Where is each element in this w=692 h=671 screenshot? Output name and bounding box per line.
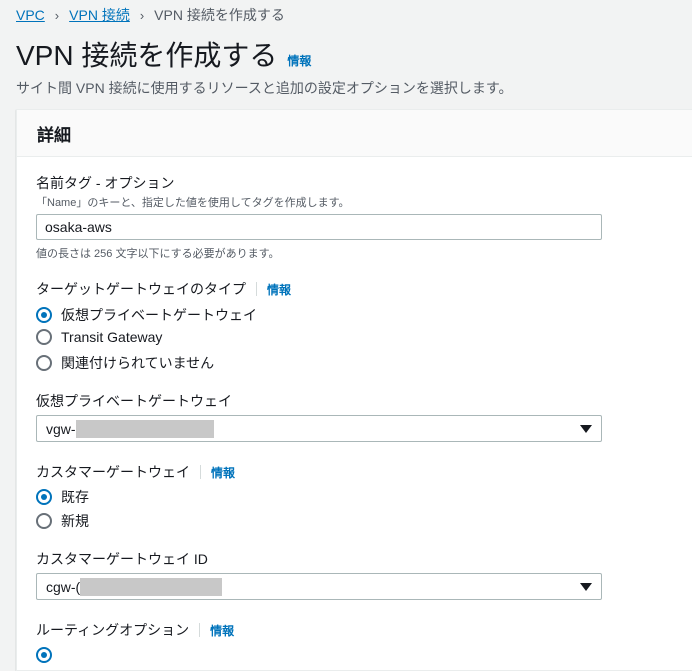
name-tag-label: 名前タグ - オプション bbox=[36, 175, 175, 191]
routing-options-header: ルーティングオプション 情報 bbox=[36, 620, 234, 640]
panel-title: 詳細 bbox=[17, 110, 692, 157]
radio-unchecked-icon[interactable] bbox=[36, 355, 52, 371]
vgw-select[interactable]: vgw- bbox=[36, 415, 602, 442]
routing-options-info-link[interactable]: 情報 bbox=[210, 622, 234, 639]
routing-options-label: ルーティングオプション bbox=[36, 622, 190, 638]
redacted-mask bbox=[80, 577, 223, 596]
radio-label: 新規 bbox=[61, 513, 89, 529]
name-tag-constraint: 値の長さは 256 文字以下にする必要があります。 bbox=[36, 248, 280, 260]
divider bbox=[200, 465, 201, 479]
cgw-id-label: カスタマーゲートウェイ ID bbox=[36, 551, 208, 567]
breadcrumb-vpn-connections-link[interactable]: VPN 接続 bbox=[69, 5, 130, 25]
vgw-label: 仮想プライベートゲートウェイ bbox=[36, 393, 232, 409]
redacted-mask bbox=[75, 419, 214, 438]
divider bbox=[256, 282, 257, 296]
radio-label: Transit Gateway bbox=[61, 329, 163, 345]
vgw-select-value: vgw- bbox=[46, 420, 76, 437]
radio-unchecked-icon[interactable] bbox=[36, 329, 52, 345]
radio-label: 仮想プライベートゲートウェイ bbox=[61, 307, 257, 323]
divider bbox=[199, 623, 201, 637]
details-panel: 詳細 名前タグ - オプション 「Name」のキーと、指定した値を使用してタグを… bbox=[16, 109, 692, 671]
radio-label: 既存 bbox=[61, 489, 89, 505]
breadcrumb: VPC › VPN 接続 › VPN 接続を作成する bbox=[16, 5, 285, 25]
cgw-select-value: cgw-( bbox=[46, 578, 81, 595]
radio-checked-icon[interactable] bbox=[36, 647, 52, 663]
radio-option-transit-gateway[interactable]: Transit Gateway bbox=[36, 329, 162, 345]
page-header: VPN 接続を作成する 情報 bbox=[16, 34, 311, 74]
chevron-right-icon: › bbox=[139, 7, 145, 23]
name-tag-input[interactable]: osaka-aws bbox=[36, 214, 602, 240]
page-info-link[interactable]: 情報 bbox=[287, 52, 311, 69]
breadcrumb-current: VPN 接続を作成する bbox=[154, 7, 285, 23]
radio-option-vgw[interactable]: 仮想プライベートゲートウェイ bbox=[36, 305, 257, 325]
customer-gateway-info-link[interactable]: 情報 bbox=[211, 464, 235, 481]
chevron-right-icon: › bbox=[54, 7, 60, 23]
radio-checked-icon[interactable] bbox=[36, 489, 52, 505]
radio-unchecked-icon[interactable] bbox=[36, 513, 52, 529]
customer-gateway-label: カスタマーゲートウェイ bbox=[36, 464, 190, 480]
radio-checked-icon[interactable] bbox=[36, 307, 52, 323]
customer-gateway-header: カスタマーゲートウェイ 情報 bbox=[36, 462, 235, 482]
radio-label: 関連付けられていません bbox=[61, 355, 215, 371]
breadcrumb-vpc-link[interactable]: VPC bbox=[16, 7, 45, 23]
caret-down-icon bbox=[580, 583, 592, 591]
radio-option-routing-partial[interactable] bbox=[36, 647, 61, 663]
page-title: VPN 接続を作成する bbox=[16, 40, 278, 71]
page-description: サイト間 VPN 接続に使用するリソースと追加の設定オプションを選択します。 bbox=[16, 80, 513, 96]
radio-option-existing[interactable]: 既存 bbox=[36, 487, 89, 507]
name-tag-hint: 「Name」のキーと、指定した値を使用してタグを作成します。 bbox=[36, 197, 350, 209]
caret-down-icon bbox=[580, 425, 592, 433]
radio-option-new[interactable]: 新規 bbox=[36, 511, 89, 531]
target-gateway-type-header: ターゲットゲートウェイのタイプ 情報 bbox=[36, 279, 291, 299]
target-gateway-type-info-link[interactable]: 情報 bbox=[267, 281, 291, 298]
target-gateway-type-label: ターゲットゲートウェイのタイプ bbox=[36, 281, 246, 297]
radio-option-not-associated[interactable]: 関連付けられていません bbox=[36, 353, 214, 373]
cgw-select[interactable]: cgw-( bbox=[36, 573, 602, 600]
